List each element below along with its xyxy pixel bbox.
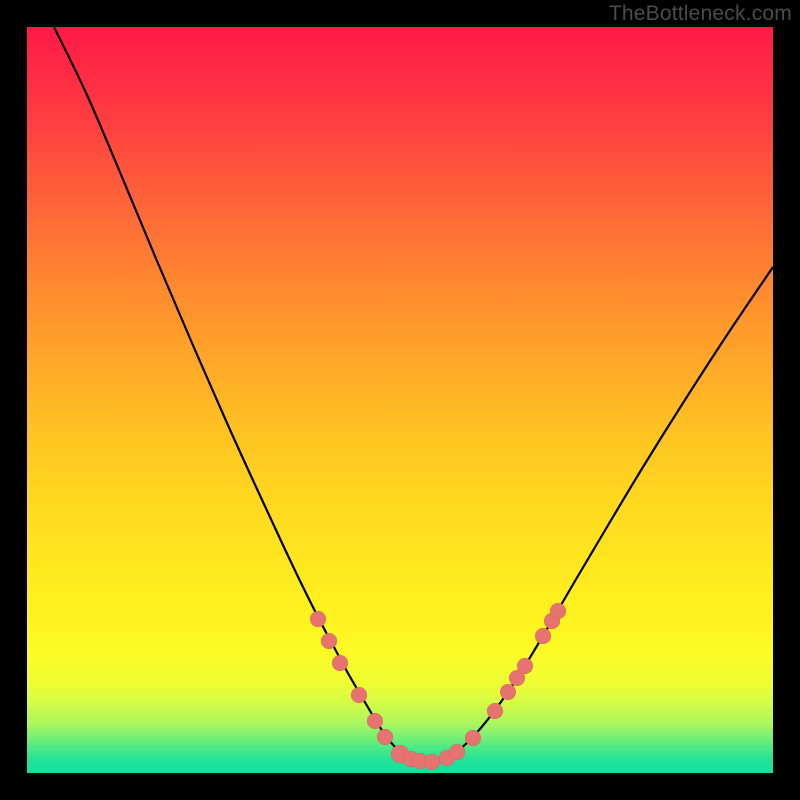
data-dot <box>367 713 383 729</box>
bottleneck-curve <box>54 27 773 763</box>
data-dot <box>550 603 566 619</box>
data-dot <box>310 611 326 627</box>
data-dot <box>535 628 551 644</box>
chart-frame: TheBottleneck.com <box>0 0 800 800</box>
curve-layer <box>27 27 773 773</box>
data-dot <box>351 687 367 703</box>
data-dots <box>310 603 566 770</box>
data-dot <box>424 754 440 770</box>
data-dot <box>487 703 503 719</box>
watermark-text: TheBottleneck.com <box>609 2 792 26</box>
data-dot <box>332 655 348 671</box>
data-dot <box>449 744 465 760</box>
plot-area <box>27 27 773 773</box>
data-dot <box>465 730 481 746</box>
data-dot <box>517 658 533 674</box>
data-dot <box>377 729 393 745</box>
data-dot <box>321 633 337 649</box>
data-dot <box>500 684 516 700</box>
